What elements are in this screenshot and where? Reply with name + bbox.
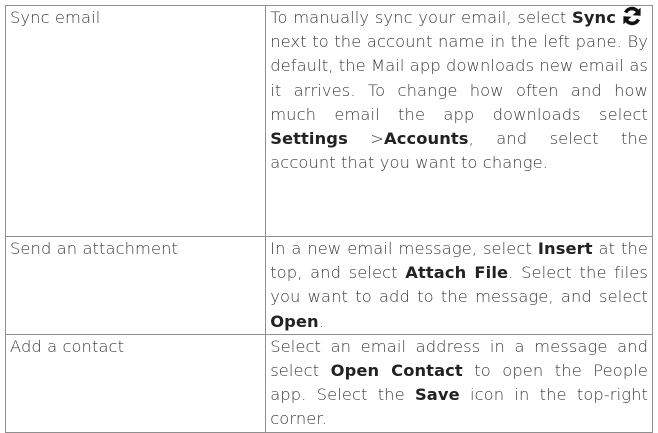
- description-cell: To manually sync your email, select Sync…: [265, 5, 653, 237]
- desc-text: To manually sync your email, select: [270, 8, 573, 27]
- table-row: Send an attachment In a new email messag…: [4, 236, 653, 335]
- mail-tips-table: Sync email To manually sync your email, …: [4, 5, 653, 433]
- feature-cell: Add a contact: [4, 333, 267, 433]
- feature-cell: Sync email: [4, 5, 267, 237]
- desc-bold: Sync: [572, 8, 616, 27]
- description-cell: Select an email address in a message and…: [265, 333, 653, 433]
- desc-text: .: [318, 311, 325, 331]
- table-row: Add a contact Select an email address in…: [4, 333, 653, 433]
- desc-text: >: [347, 129, 385, 149]
- feature-label: Sync email: [10, 8, 101, 27]
- desc-bold: Accounts: [384, 129, 469, 149]
- feature-label: Add a contact: [10, 336, 125, 356]
- desc-bold: Save: [414, 385, 460, 405]
- description-cell: In a new email message, select Insert at…: [265, 236, 653, 335]
- sync-icon: [623, 6, 641, 26]
- feature-label: Send an attachment: [10, 239, 179, 258]
- desc-bold: Settings: [270, 129, 348, 149]
- desc-text: In a new email message, select: [270, 239, 538, 258]
- desc-bold: Open: [270, 311, 319, 331]
- table-row: Sync email To manually sync your email, …: [4, 5, 653, 237]
- desc-text: next to the account name in the left pan…: [270, 32, 648, 124]
- feature-cell: Send an attachment: [4, 236, 267, 335]
- desc-bold: Attach File: [405, 263, 509, 283]
- desc-bold: Insert: [537, 239, 593, 258]
- desc-bold: Open Contact: [330, 361, 463, 381]
